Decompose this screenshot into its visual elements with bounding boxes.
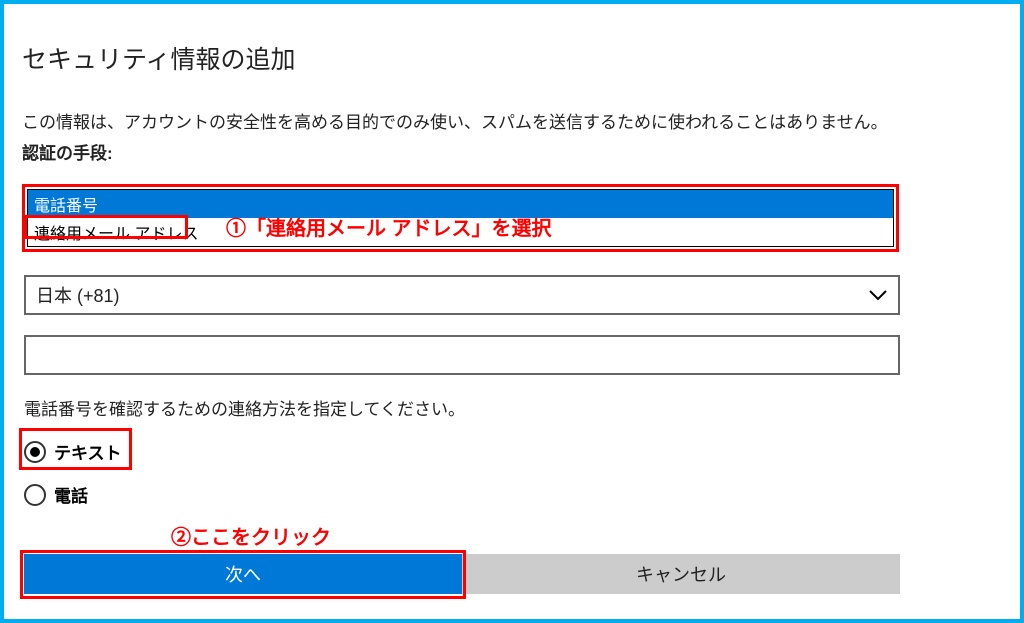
page-title: セキュリティ情報の追加 — [22, 40, 1002, 76]
annotation-text-2: ②ここをクリック — [171, 521, 331, 550]
country-code-label: 日本 (+81) — [36, 282, 120, 308]
description-text: この情報は、アカウントの安全性を高める目的でのみ使い、スパムを送信するために使わ… — [22, 108, 1002, 133]
radio-phone[interactable] — [24, 484, 46, 506]
radio-row-phone[interactable]: 電話 — [24, 482, 88, 507]
dialog-content: セキュリティ情報の追加 この情報は、アカウントの安全性を高める目的でのみ使い、ス… — [4, 4, 1020, 164]
phone-number-input[interactable] — [24, 335, 900, 375]
contact-method-instruction: 電話番号を確認するための連絡方法を指定してください。 — [24, 395, 465, 420]
country-code-select[interactable]: 日本 (+81) — [24, 275, 900, 315]
method-label: 認証の手段: — [22, 139, 1002, 164]
chevron-down-icon — [868, 285, 888, 305]
annotation-frame-email-option — [24, 215, 188, 239]
cancel-button[interactable]: キャンセル — [462, 554, 900, 594]
annotation-frame-next-button — [20, 550, 466, 599]
annotation-text-1: ①「連絡用メール アドレス」を選択 — [226, 212, 552, 241]
radio-phone-label: 電話 — [54, 482, 88, 507]
annotation-frame-radio — [19, 428, 132, 470]
dialog-window: セキュリティ情報の追加 この情報は、アカウントの安全性を高める目的でのみ使い、ス… — [0, 0, 1024, 623]
